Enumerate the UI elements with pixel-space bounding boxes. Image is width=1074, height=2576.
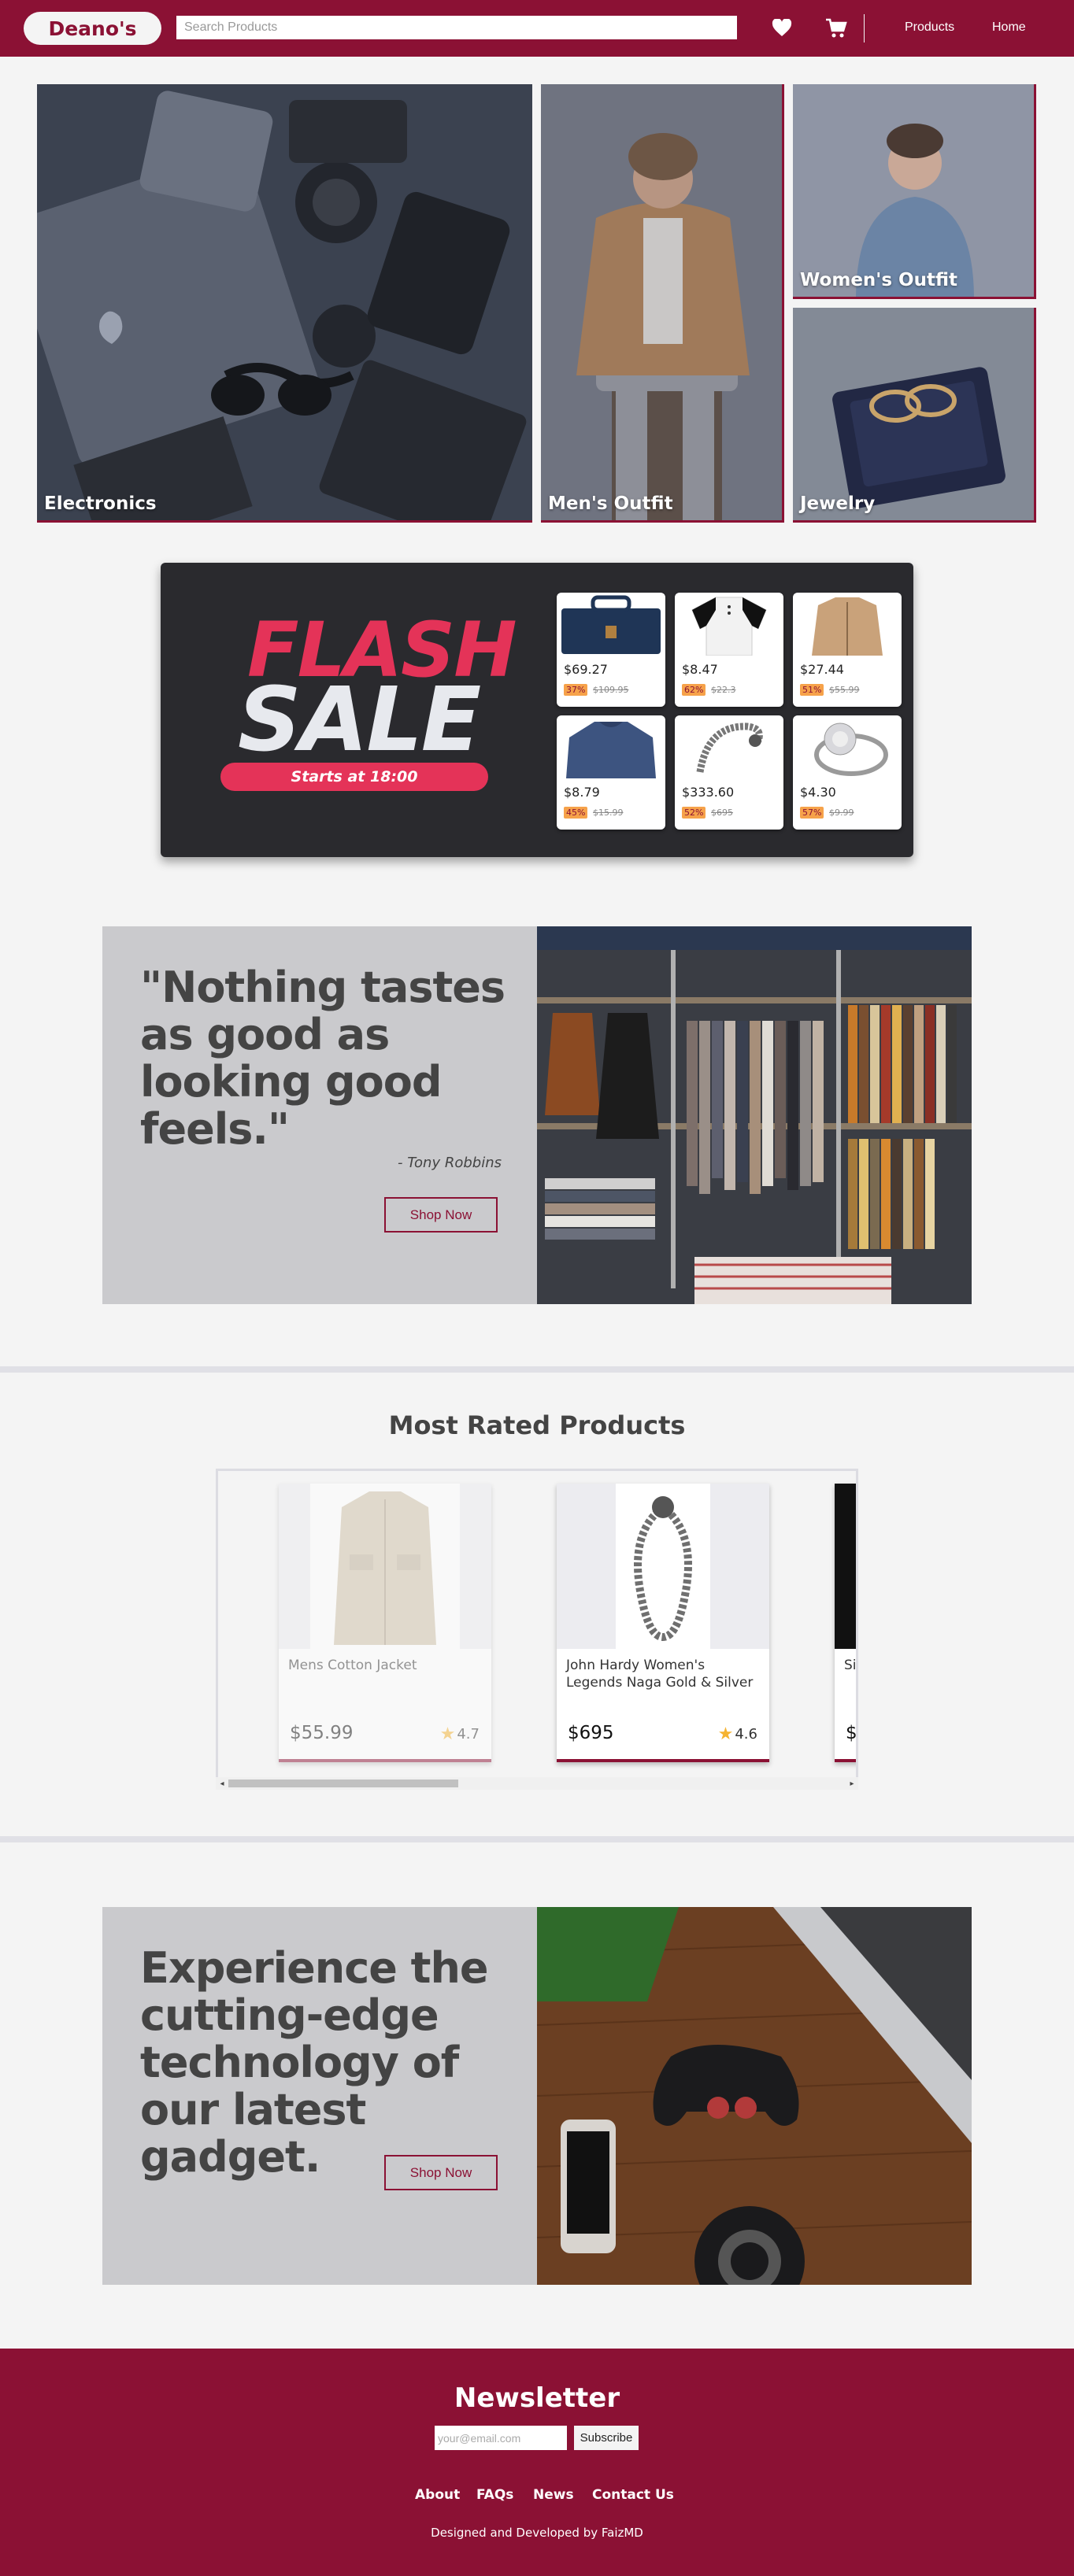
jacket-image	[279, 1484, 491, 1649]
discount-badge: 57%	[800, 807, 824, 819]
search-input[interactable]	[176, 16, 737, 39]
old-price: $22.3	[711, 685, 736, 695]
cart-icon[interactable]	[822, 14, 850, 43]
flash-item-card[interactable]: $333.60 52% $695	[675, 715, 783, 830]
quote-author: - Tony Robbins	[398, 1155, 502, 1171]
footer-link-about[interactable]: About	[415, 2487, 460, 2503]
flash-sale: FLASH SALE Starts at 18:00 $69.27 37% $1…	[161, 563, 913, 857]
ring-icon	[794, 717, 900, 778]
footer-link-contact[interactable]: Contact Us	[592, 2487, 674, 2503]
product-price: $695	[568, 1723, 614, 1743]
scroll-right-icon[interactable]: ▸	[847, 1779, 857, 1788]
old-price: $109.95	[593, 685, 629, 695]
jacket-icon	[794, 594, 900, 656]
quote-banner: "Nothing tastes as good as looking good …	[102, 926, 972, 1304]
flash-item-card[interactable]: $27.44 51% $55.99	[793, 593, 902, 707]
flash-item-price: $8.47	[682, 662, 718, 677]
most-rated-title: Most Rated Products	[388, 1410, 686, 1440]
category-jewelry[interactable]: Jewelry	[793, 308, 1036, 523]
carousel-scrollbar[interactable]: ◂ ▸	[216, 1777, 858, 1790]
discount-badge: 45%	[564, 807, 588, 819]
women-outfit-image	[793, 84, 1034, 297]
shop-now-button[interactable]: Shop Now	[384, 1197, 498, 1233]
old-price: $695	[711, 808, 733, 818]
footer-link-faqs[interactable]: FAQs	[476, 2487, 513, 2503]
section-divider	[0, 1836, 1074, 1842]
footer-link-news[interactable]: News	[533, 2487, 574, 2503]
sale-title: SALE	[238, 669, 481, 771]
heart-icon[interactable]	[768, 14, 796, 43]
flash-item-card[interactable]: $8.79 45% $15.99	[557, 715, 665, 830]
star-icon: ★	[717, 1724, 734, 1744]
jewelry-image	[793, 308, 1034, 520]
quote-panel: "Nothing tastes as good as looking good …	[102, 926, 537, 1304]
old-price: $55.99	[829, 685, 860, 695]
gadget-banner: Experience the cutting-edge technology o…	[102, 1907, 972, 2285]
men-outfit-image	[541, 84, 782, 520]
category-label: Jewelry	[800, 493, 876, 514]
old-price: $9.99	[829, 808, 854, 818]
scroll-left-icon[interactable]: ◂	[217, 1779, 227, 1788]
flash-item-price: $4.30	[800, 785, 836, 800]
product-name: Mens Cotton Jacket	[288, 1658, 417, 1673]
flash-start-time: Starts at 18:00	[220, 763, 488, 791]
gadget-panel: Experience the cutting-edge technology o…	[102, 1907, 537, 2285]
old-price: $15.99	[593, 808, 624, 818]
flash-item-price: $8.79	[564, 785, 600, 800]
flash-item-card[interactable]: $8.47 62% $22.3	[675, 593, 783, 707]
flash-item-price: $27.44	[800, 662, 844, 677]
category-men-outfit[interactable]: Men's Outfit	[541, 84, 784, 523]
product-price: $55.99	[290, 1723, 354, 1743]
gadget-image	[537, 1907, 972, 2285]
product-price: $	[846, 1723, 857, 1743]
discount-badge: 51%	[800, 684, 824, 696]
product-name: Sil NA	[844, 1658, 857, 1673]
electronics-image	[37, 84, 532, 520]
discount-badge: 37%	[564, 684, 588, 696]
product-image	[835, 1484, 856, 1649]
product-card[interactable]: John Hardy Women's Legends Naga Gold & S…	[557, 1484, 769, 1762]
flash-item-card[interactable]: $69.27 37% $109.95	[557, 593, 665, 707]
product-card[interactable]: Sil NA $	[835, 1484, 857, 1762]
flash-item-price: $69.27	[564, 662, 608, 677]
footer: Newsletter Subscribe About FAQs News Con…	[0, 2349, 1074, 2576]
gadget-headline: Experience the cutting-edge technology o…	[140, 1943, 489, 2182]
product-rating: ★ 4.7	[439, 1724, 480, 1744]
product-card[interactable]: Mens Cotton Jacket $55.99 ★ 4.7	[279, 1484, 491, 1762]
flash-item-price: $333.60	[682, 785, 735, 800]
most-rated-carousel[interactable]: Mens Cotton Jacket $55.99 ★ 4.7 John Hard…	[216, 1469, 858, 1790]
section-divider	[0, 1366, 1074, 1373]
category-electronics[interactable]: Electronics	[37, 84, 532, 523]
product-rating: ★ 4.6	[717, 1724, 757, 1744]
category-label: Men's Outfit	[548, 493, 673, 514]
nav-link-home[interactable]: Home	[992, 20, 1026, 35]
product-name: John Hardy Women's Legends Naga Gold & S…	[566, 1658, 754, 1691]
tshirt-icon	[676, 594, 782, 656]
discount-badge: 52%	[682, 807, 706, 819]
newsletter-title: Newsletter	[454, 2382, 620, 2414]
shop-now-button[interactable]: Shop Now	[384, 2155, 498, 2190]
scroll-thumb[interactable]	[228, 1780, 458, 1787]
subscribe-button[interactable]: Subscribe	[574, 2426, 639, 2450]
bracelet-image	[557, 1484, 769, 1649]
discount-badge: 62%	[682, 684, 706, 696]
clothing-rack-image	[537, 926, 972, 1304]
category-label: Electronics	[44, 493, 157, 514]
footer-credit: Designed and Developed by FaizMD	[431, 2526, 643, 2540]
flash-item-card[interactable]: $4.30 57% $9.99	[793, 715, 902, 830]
quote-text: "Nothing tastes as good as looking good …	[140, 963, 506, 1154]
category-label: Women's Outfit	[800, 270, 957, 290]
bracelet-icon	[676, 717, 782, 778]
logo[interactable]: Deano's	[24, 12, 161, 45]
sweater-icon	[558, 717, 664, 778]
navbar: Deano's Products Home	[0, 0, 1074, 57]
newsletter-email-input[interactable]	[435, 2426, 567, 2450]
star-icon: ★	[439, 1724, 456, 1744]
nav-divider	[864, 14, 865, 43]
category-women-outfit[interactable]: Women's Outfit	[793, 84, 1036, 299]
backpack-icon	[558, 594, 664, 656]
nav-link-products[interactable]: Products	[905, 20, 954, 35]
